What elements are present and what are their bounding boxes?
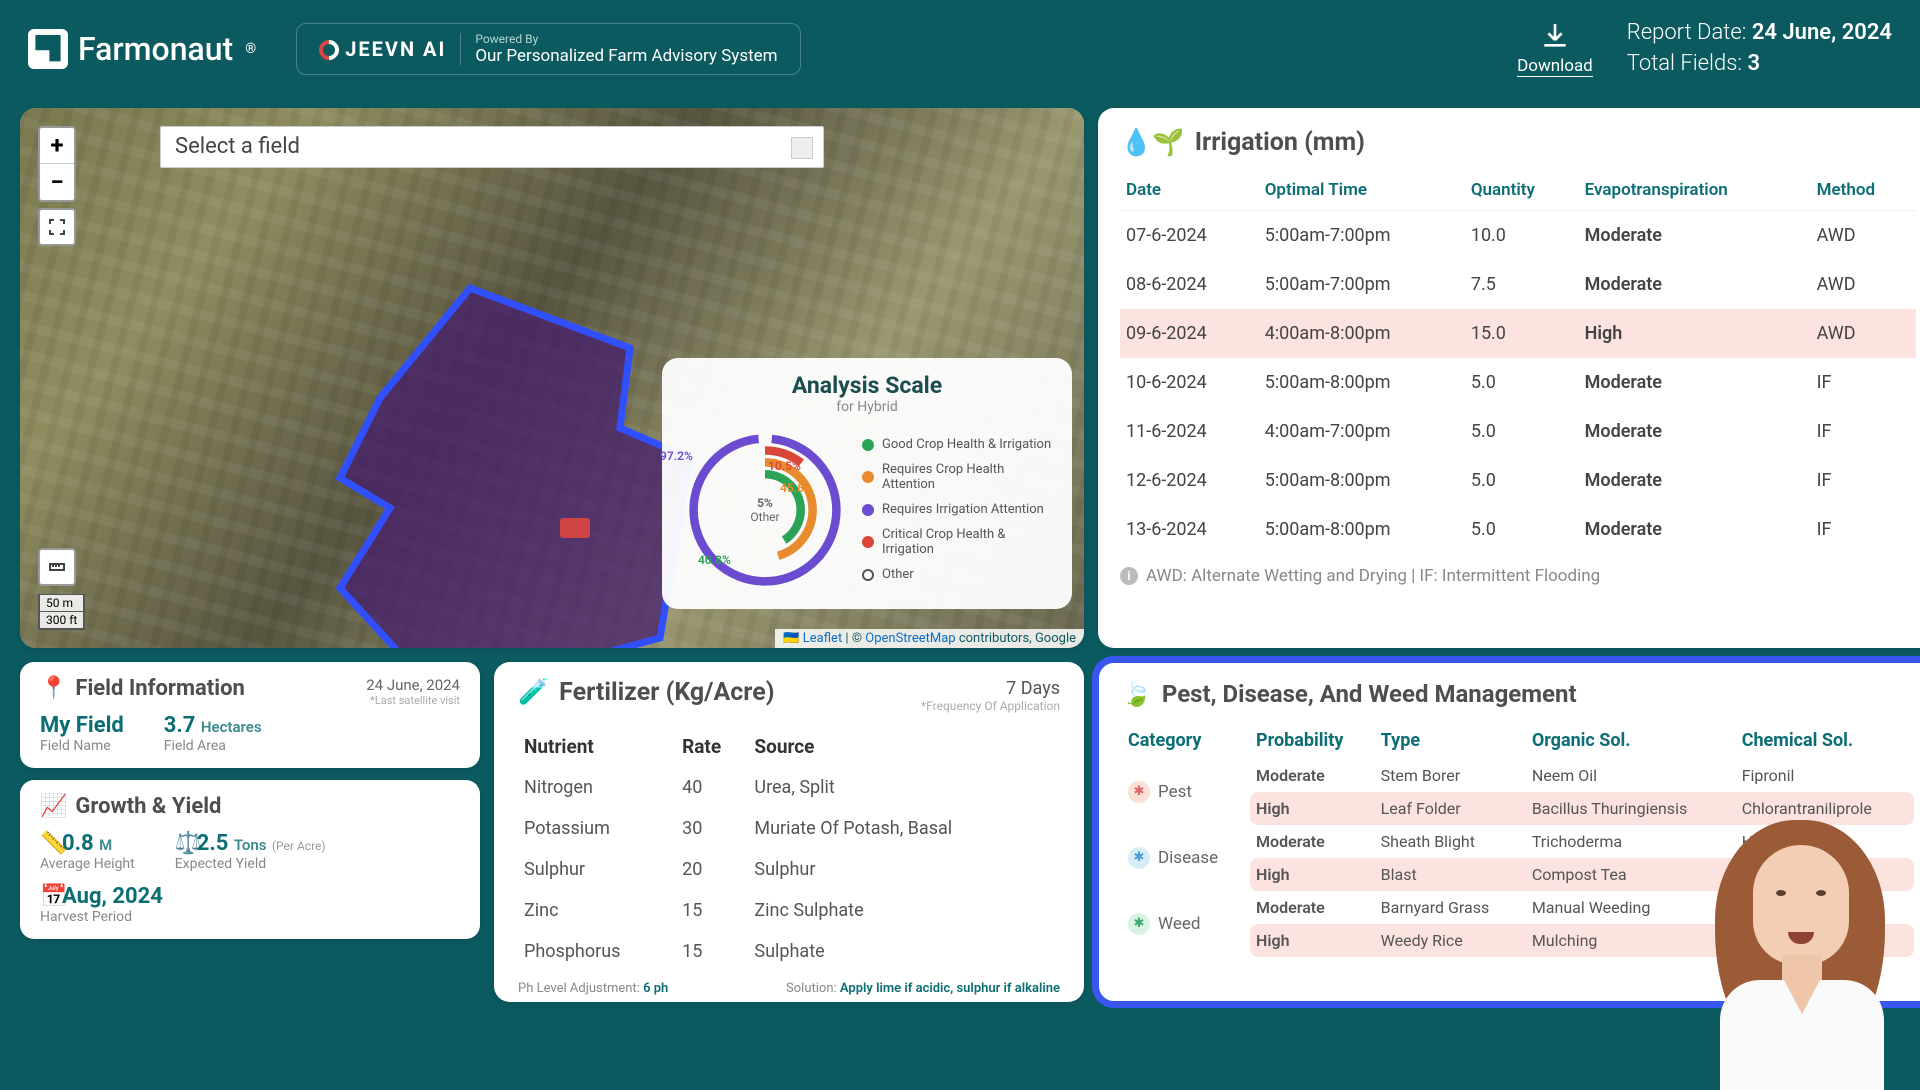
scale-bar: 50 m 300 ft (38, 594, 85, 630)
analysis-title: Analysis Scale (680, 372, 1054, 399)
partner-desc: Our Personalized Farm Advisory System (475, 46, 777, 66)
chevron-down-icon (798, 145, 808, 151)
report-meta: Report Date: 24 June, 2024 Total Fields:… (1627, 18, 1892, 80)
analysis-scale-card: Analysis Scale for Hybrid 5%Other 97.2% … (662, 358, 1072, 609)
partner-powered-label: Powered By (475, 32, 777, 46)
brand-mark-icon (28, 29, 68, 69)
map-panel[interactable]: + − Select a field 50 m 300 ft 🇺🇦 Leafle… (20, 108, 1084, 648)
irrigation-table: DateOptimal TimeQuantityEvapotranspirati… (1120, 170, 1916, 554)
irrigation-footnote: iAWD: Alternate Wetting and Drying | IF:… (1120, 566, 1916, 586)
expected-yield: 2.5 (197, 831, 229, 856)
analysis-donut-chart: 5%Other 97.2% 10.5% 45.8% 40.8% (680, 425, 850, 595)
field-area: 3.7 (164, 713, 196, 738)
field-name: My Field (40, 713, 124, 738)
app-header: Farmonaut ® JEEVN AI Powered By Our Perso… (0, 0, 1920, 98)
left-stack: 📍Field Information 24 June, 2024*Last sa… (20, 662, 480, 1002)
field-select[interactable]: Select a field (160, 126, 824, 168)
last-sat-date: 24 June, 2024 (366, 676, 460, 694)
field-info-card: 📍Field Information 24 June, 2024*Last sa… (20, 662, 480, 768)
analysis-legend: Good Crop Health & IrrigationRequires Cr… (862, 432, 1054, 587)
avg-height: 0.8 (62, 831, 94, 856)
download-label: Download (1517, 56, 1593, 77)
report-date: 24 June, 2024 (1752, 20, 1892, 45)
leaf-icon: 🍃 (1122, 680, 1152, 708)
pdw-panel: 🍃Pest, Disease, And Weed Management Cate… (1098, 662, 1920, 1002)
download-button[interactable]: Download (1517, 20, 1593, 77)
partner-mark: JEEVN AI (319, 37, 446, 61)
info-icon: i (1120, 567, 1138, 585)
ph-solution: Apply lime if acidic, sulphur if alkalin… (840, 981, 1060, 996)
analysis-subtitle: for Hybrid (680, 399, 1054, 415)
partner-ring-icon (315, 36, 343, 64)
osm-link[interactable]: OpenStreetMap (865, 631, 955, 646)
fullscreen-button[interactable] (38, 208, 76, 246)
brand-reg: ® (245, 41, 256, 57)
irrigation-icon: 💧🌱 (1120, 128, 1185, 158)
partner-badge: JEEVN AI Powered By Our Personalized Far… (296, 23, 800, 75)
height-icon: 📏 (40, 831, 58, 856)
pdw-table: CategoryProbabilityTypeOrganic Sol.Chemi… (1122, 722, 1914, 957)
growth-icon: 📈 (40, 794, 67, 819)
harvest-period: Aug, 2024 (62, 884, 163, 909)
map-attribution: 🇺🇦 Leaflet | © OpenStreetMap contributor… (775, 629, 1084, 648)
brand-name: Farmonaut (78, 30, 233, 68)
download-icon (1539, 20, 1571, 52)
leaflet-link[interactable]: Leaflet (803, 631, 843, 646)
measure-button[interactable] (38, 548, 76, 586)
fertilizer-panel: 🧪Fertilizer (Kg/Acre) 7 Days*Frequency O… (494, 662, 1084, 1002)
location-icon: 📍 (40, 676, 67, 701)
growth-yield-card: 📈Growth & Yield 📏0.8 MAverage Height ⚖️2… (20, 780, 480, 939)
field-select-placeholder: Select a field (175, 134, 300, 159)
fertilizer-table: NutrientRateSource Nitrogen40Urea, Split… (518, 725, 1060, 973)
fertilizer-icon: 🧪 (518, 678, 549, 707)
zoom-out-button[interactable]: − (40, 164, 74, 200)
calendar-icon: 📅 (40, 884, 58, 909)
zoom-control: + − (38, 126, 76, 202)
ph-value: 6 ph (643, 981, 668, 996)
irrigation-title: Irrigation (mm) (1195, 128, 1365, 157)
brand-logo: Farmonaut ® (28, 29, 256, 69)
yield-icon: ⚖️ (175, 831, 193, 856)
irrigation-panel: 💧🌱 Irrigation (mm) DateOptimal TimeQuanti… (1098, 108, 1920, 648)
total-fields: 3 (1747, 51, 1760, 76)
fertilizer-days: 7 Days (1006, 678, 1060, 699)
zoom-in-button[interactable]: + (40, 128, 74, 164)
